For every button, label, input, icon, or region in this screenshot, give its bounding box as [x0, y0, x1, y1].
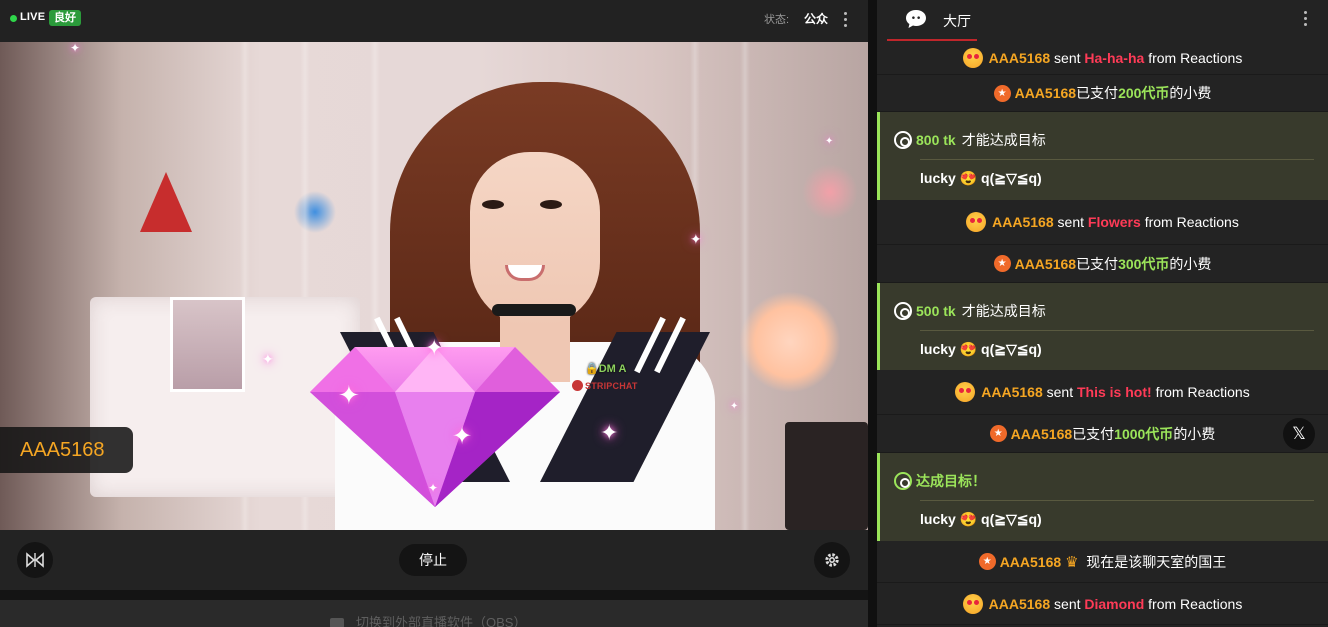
background-poster	[170, 297, 245, 392]
christmas-tree-decoration	[140, 172, 192, 232]
broadcast-panel: LIVE 良好 状态: 公众 ✦ ✦ ✦ ✦ ✦ ✦ ✦ ✦ ✦ ✦ 🔒DM A…	[0, 0, 868, 627]
camera-icon	[330, 618, 344, 627]
streamer-eye-left	[482, 200, 504, 209]
goal-reached-message: 达成目标！ lucky 😍 q(≧▽≦q)	[877, 453, 1328, 541]
chat-header: •• 大厅	[877, 0, 1328, 41]
goal-note: lucky 😍 q(≧▽≦q)	[920, 170, 1042, 186]
broadcast-controls: 停止	[0, 530, 868, 590]
settings-button[interactable]	[814, 542, 850, 578]
broadcast-topbar: LIVE 良好 状态: 公众	[0, 0, 868, 42]
goal-message: 800 tk 才能达成目标 lucky 😍 q(≧▽≦q)	[877, 112, 1328, 200]
panel-divider	[868, 0, 877, 627]
level-badge-icon: ★	[978, 553, 996, 570]
chat-message: AAA5168 sent Flowers from Reactions	[877, 200, 1328, 245]
chat-message: ★ AAA5168 已支付 200代币 的小费	[877, 75, 1328, 112]
chat-menu-icon[interactable]	[1297, 8, 1313, 28]
status-label: 状态:	[764, 14, 790, 26]
heart-eyes-icon	[962, 47, 983, 68]
streamer-face	[470, 152, 600, 327]
streamer-choker	[492, 304, 576, 316]
heart-eyes-icon	[955, 382, 976, 402]
svg-text:••: ••	[911, 14, 922, 24]
heart-eyes-icon	[966, 212, 987, 232]
crown-icon: ♛	[1065, 553, 1079, 571]
goal-note: lucky 😍 q(≧▽≦q)	[920, 511, 1042, 527]
message-username[interactable]: AAA5168	[989, 50, 1050, 66]
target-icon	[894, 131, 912, 149]
tab-public-chat-label: 大厅	[943, 13, 971, 29]
x-share-button[interactable]: 𝕏	[1283, 418, 1315, 450]
platform-watermark: 🔒DM A	[585, 363, 627, 375]
chat-message: AAA5168 sent This is hot! from Reactions	[877, 370, 1328, 415]
target-icon	[894, 302, 912, 320]
message-username[interactable]: AAA5168	[1000, 554, 1061, 570]
flip-icon	[26, 552, 44, 568]
chat-panel: •• 大厅 AAA5168 sent Ha-ha-ha from Reactio…	[877, 0, 1328, 627]
level-badge-icon: ★	[989, 425, 1007, 442]
message-username[interactable]: AAA5168	[992, 214, 1053, 230]
live-indicator-dot	[10, 15, 17, 22]
chat-message: AAA5168 sent Diamond from Reactions	[877, 583, 1328, 625]
background-monitor	[785, 422, 868, 530]
app-root: LIVE 良好 状态: 公众 ✦ ✦ ✦ ✦ ✦ ✦ ✦ ✦ ✦ ✦ 🔒DM A…	[0, 0, 1328, 627]
gear-icon	[825, 553, 839, 567]
chat-message: AAA5168 sent Ha-ha-ha from Reactions	[877, 41, 1328, 75]
switch-to-obs-link[interactable]: 切换到外部直播软件（OBS）	[330, 612, 526, 627]
goal-note: lucky 😍 q(≧▽≦q)	[920, 341, 1042, 357]
level-badge-icon: ★	[993, 255, 1011, 272]
tab-public-chat[interactable]: •• 大厅	[887, 0, 977, 41]
message-username[interactable]: AAA5168	[1011, 426, 1072, 442]
level-badge-icon: ★	[993, 84, 1011, 102]
chat-message: ★ AAA5168 已支付 1000代币 的小费	[877, 415, 1328, 453]
obs-switch-bar: 切换到外部直播软件（OBS）	[0, 600, 868, 627]
tip-overlay: AAA5168	[0, 427, 133, 473]
target-icon	[894, 472, 912, 490]
broadcast-menu-icon[interactable]	[837, 9, 853, 29]
tip-overlay-username: AAA5168	[20, 439, 105, 461]
goal-message: 500 tk 才能达成目标 lucky 😍 q(≧▽≦q)	[877, 283, 1328, 370]
streamer-eye-right	[540, 200, 562, 209]
message-username[interactable]: AAA5168	[989, 596, 1050, 612]
message-username[interactable]: AAA5168	[1015, 85, 1076, 101]
chat-bubble-icon: ••	[906, 10, 926, 28]
connection-quality-badge: 良好	[49, 10, 81, 26]
flip-camera-button[interactable]	[17, 542, 53, 578]
stripchat-watermark: STRIPCHAT	[572, 380, 638, 391]
status-dropdown[interactable]: 公众	[804, 10, 828, 27]
chat-message: ★ AAA5168 ♛ 现在是该聊天室的国王	[877, 541, 1328, 583]
live-label: LIVE	[20, 11, 46, 23]
message-username[interactable]: AAA5168	[1015, 256, 1076, 272]
stop-broadcast-button[interactable]: 停止	[399, 544, 467, 576]
chat-message: ★ AAA5168 已支付 300代币 的小费	[877, 245, 1328, 283]
heart-eyes-icon	[962, 593, 983, 614]
message-username[interactable]: AAA5168	[981, 384, 1042, 400]
